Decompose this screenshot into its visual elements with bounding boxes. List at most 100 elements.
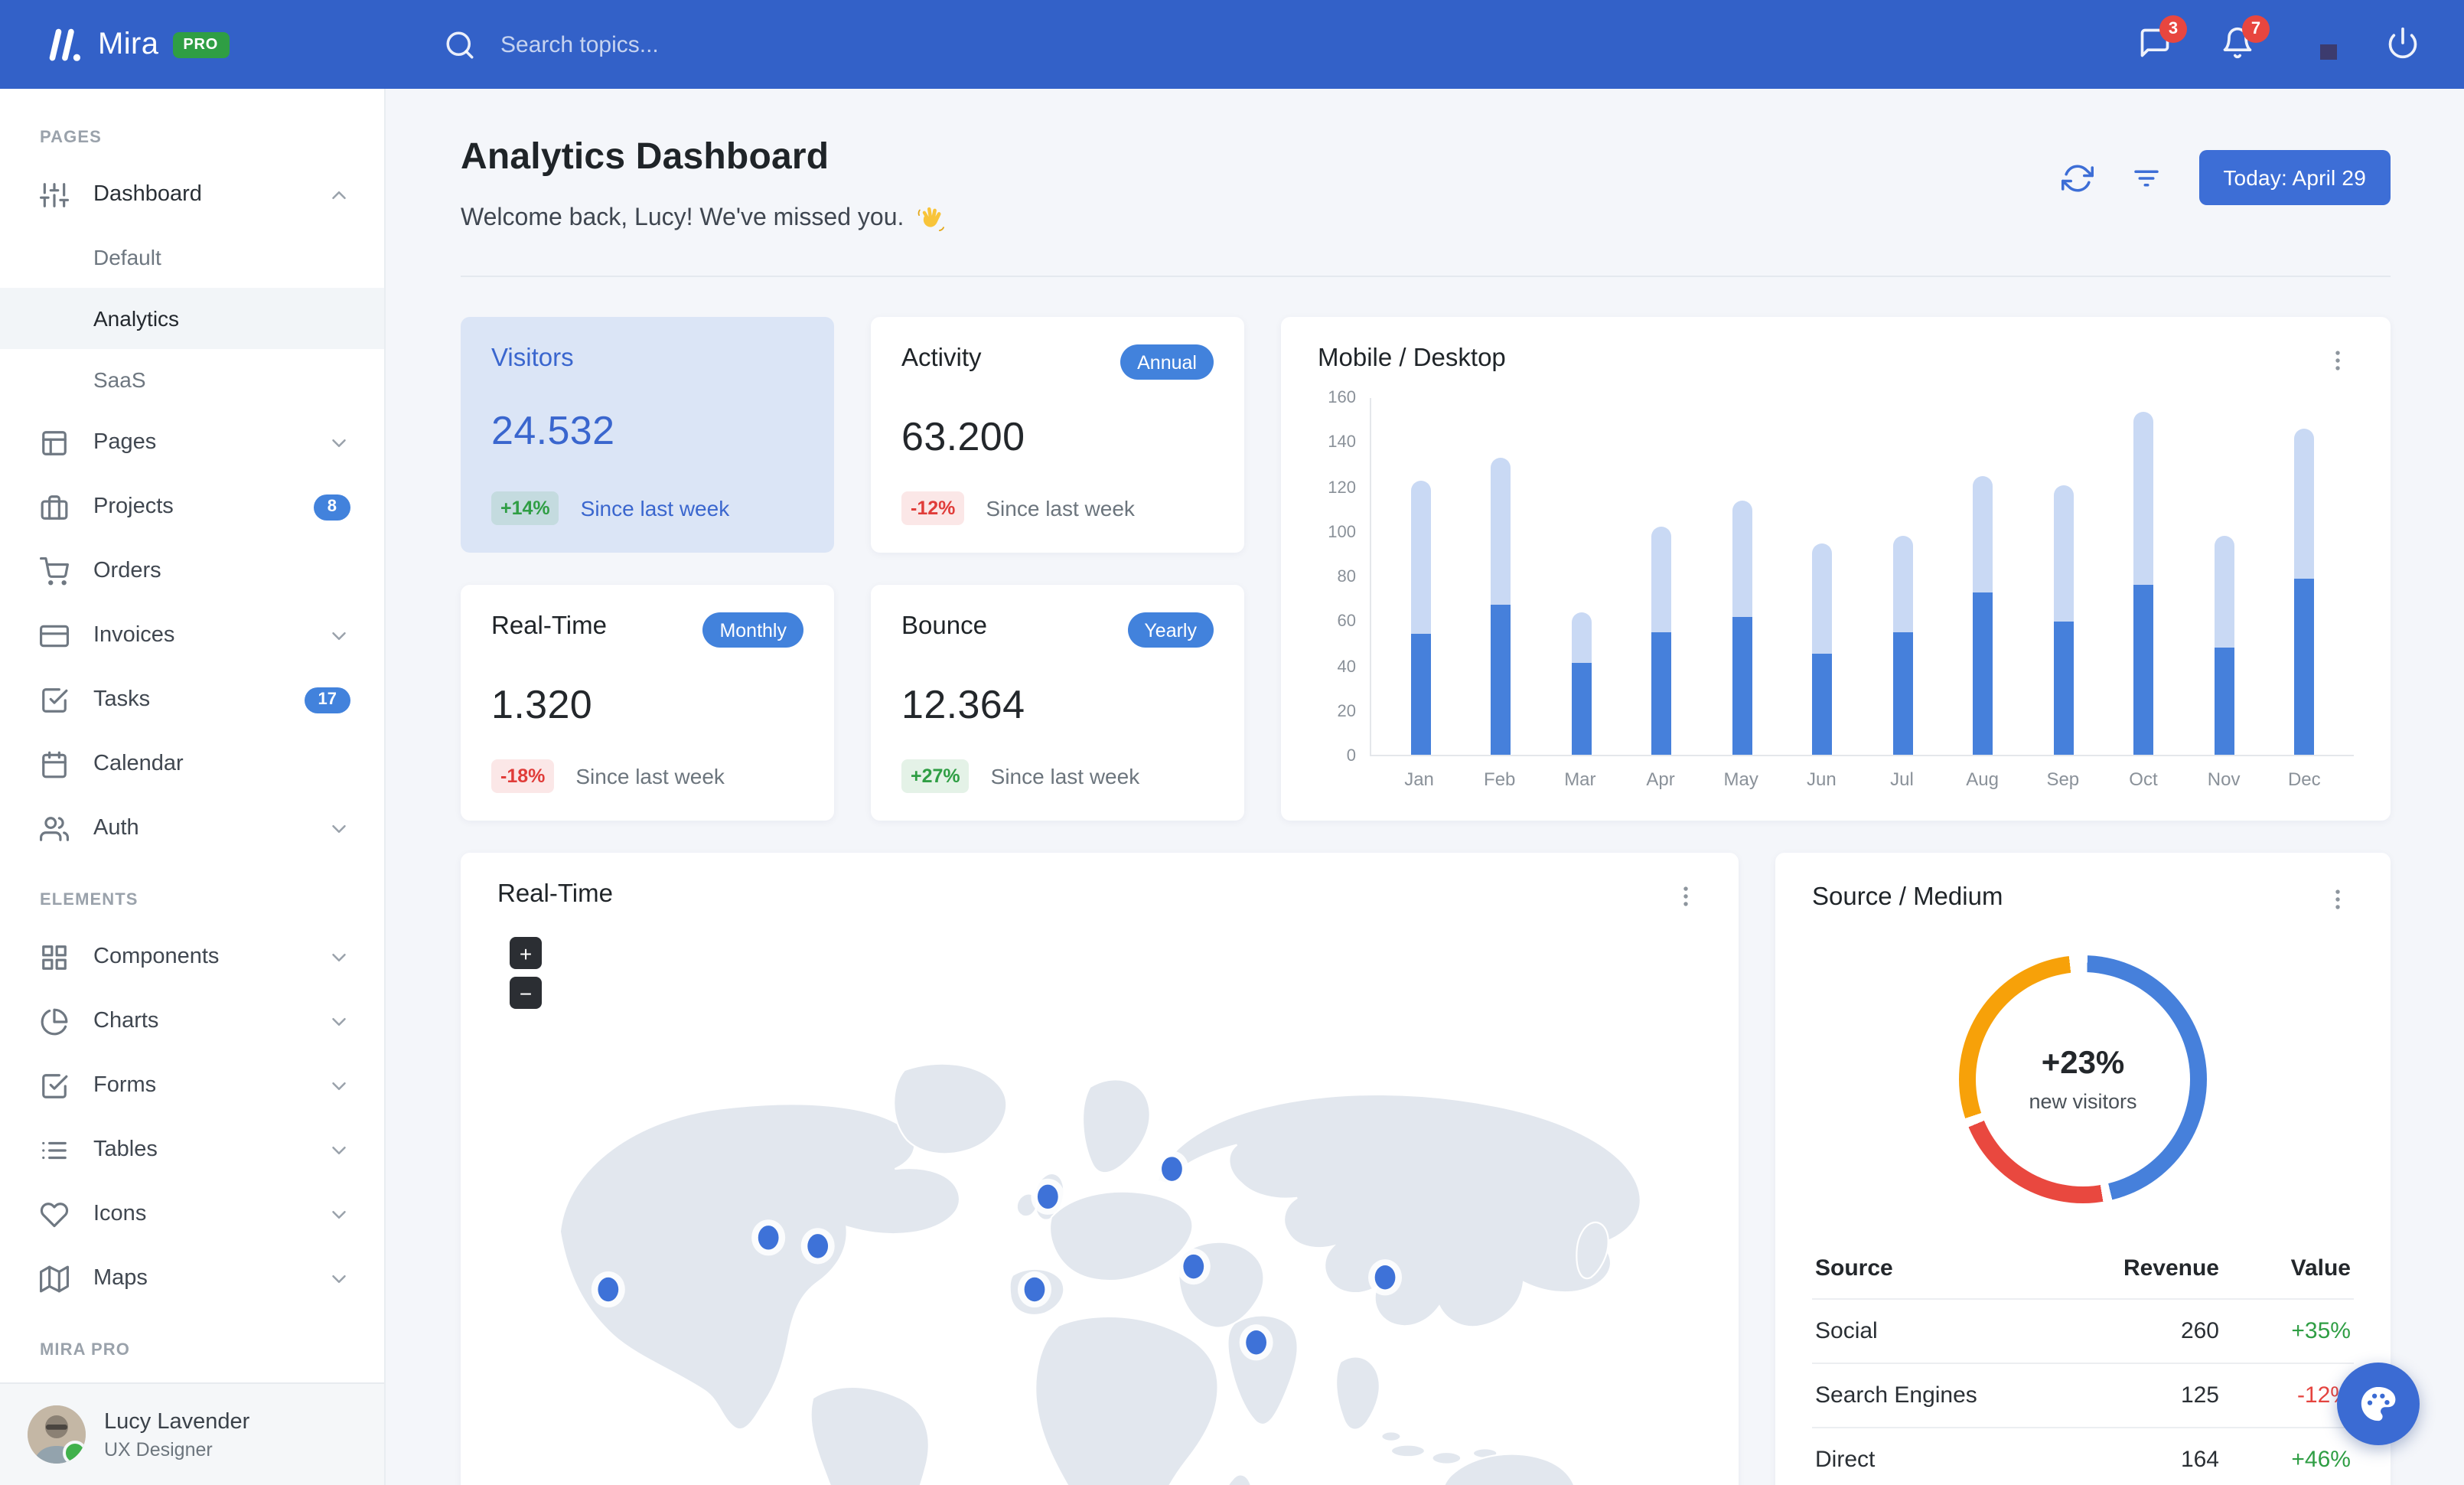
filter-button[interactable]: [2130, 162, 2162, 194]
sidebar-item-label: Tasks: [93, 687, 151, 712]
x-tick-label: Sep: [2046, 769, 2080, 790]
bar-chart-plot: [1370, 398, 2354, 756]
map-marker-spain[interactable]: [1017, 1271, 1052, 1308]
sidebar-user[interactable]: Lucy Lavender UX Designer: [0, 1382, 384, 1485]
sidebar-badge-projects: 8: [313, 494, 350, 520]
source-row-direct: Direct 164 +46%: [1812, 1427, 2354, 1485]
sidebar-item-label: Components: [93, 945, 220, 969]
page-title: Analytics Dashboard: [461, 136, 829, 178]
sidebar-item-tasks[interactable]: Tasks 17: [0, 667, 384, 732]
y-tick-label: 40: [1337, 658, 1357, 676]
search-icon: [446, 31, 474, 58]
sidebar-item-forms[interactable]: Forms: [0, 1053, 384, 1118]
sidebar-item-dashboard[interactable]: Dashboard: [0, 162, 384, 227]
zoom-in-button[interactable]: +: [510, 937, 542, 969]
col-revenue: Revenue: [2123, 1255, 2219, 1281]
sidebar: PAGES Dashboard Default Analytics SaaS Pages P…: [0, 89, 386, 1485]
source-value: +35%: [2291, 1318, 2351, 1344]
map-marker-us-central[interactable]: [751, 1219, 786, 1256]
user-name: Lucy Lavender: [104, 1409, 250, 1434]
chevron-down-icon: [328, 945, 350, 968]
map-marker-turkey[interactable]: [1176, 1248, 1211, 1285]
theme-settings-fab[interactable]: [2337, 1363, 2420, 1445]
bar-chart: 0 20 40 60 80 100 120 140 160: [1318, 389, 2354, 765]
notifications-button[interactable]: 7: [2219, 15, 2270, 63]
bar-dec: [2294, 398, 2315, 755]
source-revenue: 164: [2180, 1447, 2219, 1473]
world-map[interactable]: + −: [497, 919, 1702, 1485]
notifications-count-badge: 7: [2242, 15, 2270, 43]
y-tick-label: 80: [1337, 568, 1357, 586]
sidebar-item-label: Dashboard: [93, 182, 202, 207]
x-tick-label: May: [1723, 769, 1758, 790]
sidebar-item-calendar[interactable]: Calendar: [0, 732, 384, 796]
stat-title: Visitors: [491, 344, 574, 372]
chart-menu-button[interactable]: [2322, 344, 2354, 377]
sidebar-item-charts[interactable]: Charts: [0, 989, 384, 1053]
stat-card-bounce: Bounce Yearly 12.364 +27% Since last wee…: [871, 585, 1244, 821]
global-search[interactable]: [444, 28, 2136, 60]
sidebar-item-components[interactable]: Components: [0, 925, 384, 989]
map-marker-us-west[interactable]: [591, 1271, 625, 1308]
stat-caption: Since last week: [575, 764, 725, 788]
x-tick-label: Feb: [1484, 769, 1516, 790]
sign-out-button[interactable]: [2384, 26, 2421, 63]
search-input[interactable]: [497, 30, 993, 59]
sidebar-item-invoices[interactable]: Invoices: [0, 603, 384, 667]
stat-period-badge[interactable]: Monthly: [702, 612, 803, 648]
refresh-icon: [2061, 164, 2094, 191]
map-marker-uk[interactable]: [1031, 1178, 1065, 1215]
sidebar-subitem-analytics[interactable]: Analytics: [0, 288, 384, 349]
stat-period-badge[interactable]: Annual: [1120, 344, 1214, 380]
sidebar-subitem-saas[interactable]: SaaS: [0, 349, 384, 410]
bar-mobile-segment: [1812, 654, 1833, 755]
chevron-up-icon: [328, 183, 350, 206]
map-marker-india[interactable]: [1239, 1324, 1273, 1361]
bar-mobile-segment: [1973, 592, 1993, 755]
sidebar-item-auth[interactable]: Auth: [0, 796, 384, 860]
sidebar-item-projects[interactable]: Projects 8: [0, 475, 384, 539]
sidebar-item-icons[interactable]: Icons: [0, 1182, 384, 1246]
bar-mobile-segment: [1571, 663, 1592, 755]
messages-button[interactable]: 3: [2136, 15, 2187, 63]
zoom-out-button[interactable]: −: [510, 977, 542, 1009]
brand[interactable]: Mira PRO: [0, 21, 386, 67]
bar-desktop-segment: [1410, 480, 1431, 635]
map-menu-button[interactable]: [1670, 880, 1702, 912]
map-marker-china[interactable]: [1368, 1259, 1403, 1296]
language-button[interactable]: [2302, 26, 2339, 63]
bar-chart-bars: [1371, 398, 2354, 755]
source-name: Social: [1815, 1318, 1878, 1344]
date-button[interactable]: Today: April 29: [2198, 150, 2391, 205]
stat-card-visitors: Visitors 24.532 +14% Since last week: [461, 317, 834, 553]
bar-desktop-segment: [2053, 485, 2074, 622]
x-tick-label: Dec: [2287, 769, 2321, 790]
y-tick-label: 60: [1337, 612, 1357, 632]
page-header: Analytics Dashboard Welcome back, Lucy! …: [461, 132, 2391, 239]
stat-period-badge[interactable]: Yearly: [1127, 612, 1214, 648]
map-marker-russia[interactable]: [1155, 1150, 1189, 1187]
sidebar-item-maps[interactable]: Maps: [0, 1246, 384, 1310]
sidebar-item-tables[interactable]: Tables: [0, 1118, 384, 1182]
sidebar-subitem-default[interactable]: Default: [0, 227, 384, 288]
filter-icon: [2133, 169, 2159, 186]
source-menu-button[interactable]: [2322, 883, 2354, 915]
donut-chart: +23% new visitors: [1959, 955, 2207, 1203]
sidebar-item-label: Pages: [93, 430, 157, 455]
bar-desktop-segment: [1812, 543, 1833, 654]
refresh-button[interactable]: [2061, 162, 2094, 194]
map-marker-us-east[interactable]: [800, 1228, 835, 1265]
bar-mobile-segment: [2294, 578, 2315, 755]
briefcase-icon: [40, 492, 69, 521]
bar-jan: [1410, 398, 1431, 755]
donut-center-label: new visitors: [2029, 1090, 2137, 1113]
sidebar-item-pages[interactable]: Pages: [0, 410, 384, 475]
sidebar-item-orders[interactable]: Orders: [0, 539, 384, 603]
more-vertical-icon: [2335, 351, 2340, 370]
bar-desktop-segment: [1491, 458, 1511, 605]
navbar-actions: 3 7: [2136, 15, 2464, 63]
sidebar-nav: PAGES Dashboard Default Analytics SaaS Pages P…: [0, 89, 384, 1382]
y-tick-label: 160: [1328, 389, 1356, 407]
col-source: Source: [1815, 1255, 1893, 1281]
source-value: +46%: [2291, 1447, 2351, 1473]
